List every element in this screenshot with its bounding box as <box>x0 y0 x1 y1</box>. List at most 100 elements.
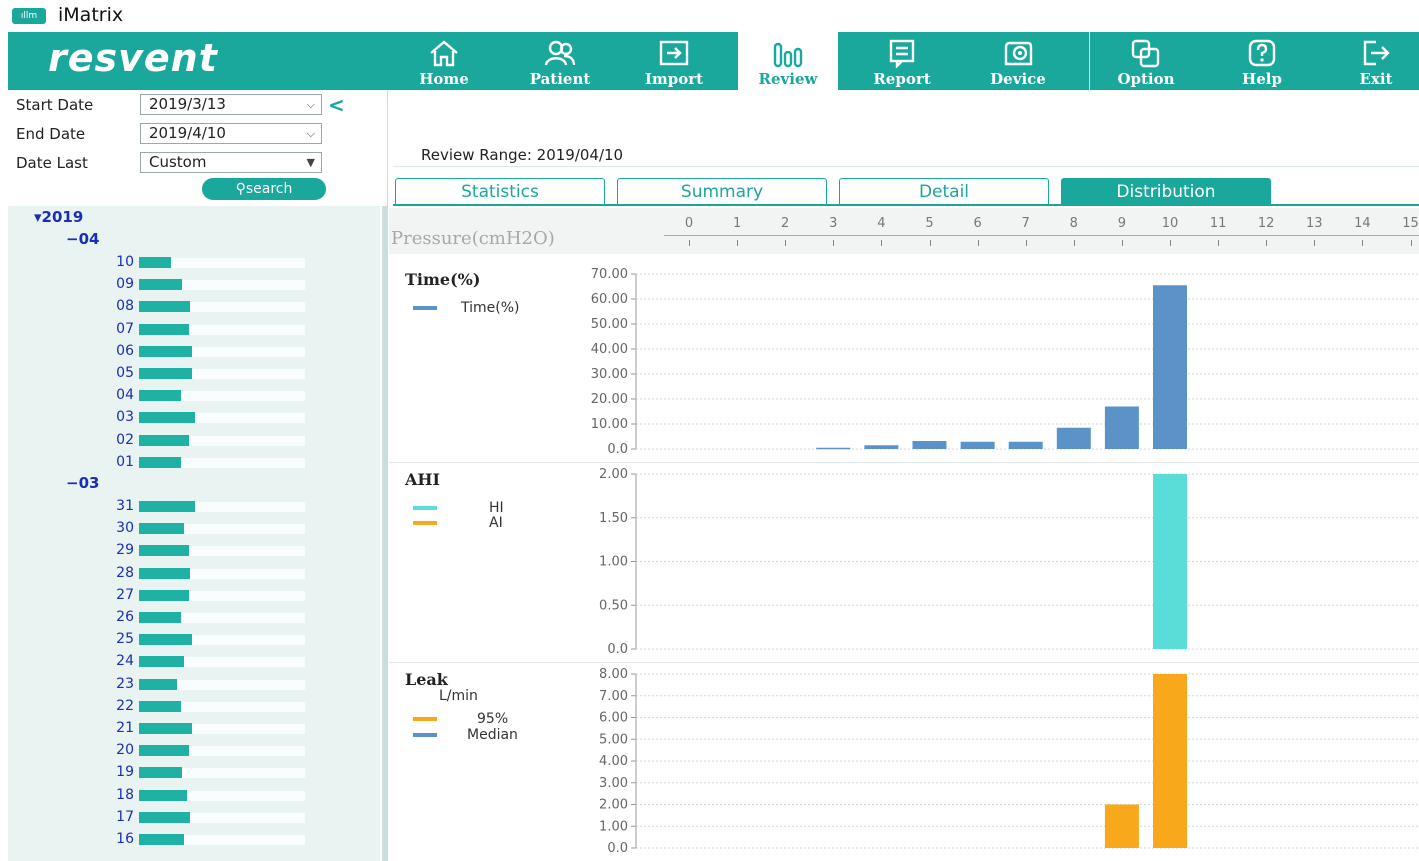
toolbar-import-button[interactable]: Import <box>624 32 724 90</box>
toolbar-exit-button[interactable]: Exit <box>1326 32 1419 90</box>
usage-bar <box>139 545 189 557</box>
toolbar-home-button[interactable]: Home <box>394 32 494 90</box>
tree-day-item[interactable]: 08 <box>8 296 380 318</box>
tree-year-label: 2019 <box>41 208 84 226</box>
tree-day-item[interactable]: 17 <box>8 807 380 829</box>
usage-bar <box>139 412 195 424</box>
pressure-tick-label: 1 <box>732 216 742 231</box>
y-tick-label: 70.00 <box>591 267 628 282</box>
date-last-select[interactable]: Custom ▼ <box>140 152 322 173</box>
toolbar-patient-button[interactable]: Patient <box>510 32 610 90</box>
tree-day-item[interactable]: 27 <box>8 585 380 607</box>
usage-bar <box>139 745 189 757</box>
tree-day-item[interactable]: 28 <box>8 563 380 585</box>
pressure-tick-label: 2 <box>781 216 790 231</box>
tree-day-label: 18 <box>116 786 134 803</box>
ahi-distribution-chart: 0.0 0.50 1.00 1.50 2.00 <box>599 467 1419 657</box>
toolbar-button-label: Review <box>758 70 818 88</box>
usage-bar <box>139 811 190 823</box>
tree-day-label: 27 <box>116 586 134 603</box>
tree-scrollbar[interactable] <box>382 206 387 861</box>
y-tick-label: 1.00 <box>599 555 628 570</box>
tree-day-label: 17 <box>116 808 134 825</box>
tree-day-label: 23 <box>116 675 134 692</box>
pressure-tick-mark <box>833 240 835 246</box>
usage-bar <box>139 390 181 402</box>
tree-day-item[interactable]: 30 <box>8 518 380 540</box>
usage-bar <box>139 257 171 268</box>
y-tick-label: 8.00 <box>599 667 628 682</box>
date-last-value: Custom <box>149 153 207 171</box>
tree-day-item[interactable]: 09 <box>8 274 380 296</box>
tree-day-item[interactable]: 21 <box>8 718 380 740</box>
y-tick-label: 0.0 <box>607 642 628 657</box>
toolbar-help-button[interactable]: Help <box>1212 32 1312 90</box>
tree-day-item[interactable]: 22 <box>8 696 380 718</box>
toolbar-button-label: Exit <box>1359 70 1393 88</box>
pressure-tick-mark <box>1266 240 1268 246</box>
tree-month-node[interactable]: −03 <box>66 474 99 492</box>
pressure-tick-label: 6 <box>973 216 982 231</box>
tab-summary[interactable]: Summary <box>617 178 827 206</box>
tree-day-item[interactable]: 10 <box>8 252 380 274</box>
tree-day-label: 10 <box>116 254 134 270</box>
pressure-axis-label: Pressure(cmH2O) <box>391 228 555 249</box>
usage-bar <box>139 634 192 646</box>
tab-statistics[interactable]: Statistics <box>395 178 605 206</box>
pressure-tick-label: 15 <box>1402 216 1419 231</box>
tree-day-item[interactable]: 26 <box>8 607 380 629</box>
tree-day-item[interactable]: 29 <box>8 540 380 562</box>
tree-day-item[interactable]: 02 <box>8 430 380 452</box>
tree-day-item[interactable]: 24 <box>8 651 380 673</box>
y-tick-label: 20.00 <box>591 392 628 407</box>
y-tick-label: 2.00 <box>599 798 628 813</box>
tree-day-item[interactable]: 06 <box>8 341 380 363</box>
tab-detail[interactable]: Detail <box>839 178 1049 206</box>
tree-day-label: 08 <box>116 298 134 315</box>
tree-day-item[interactable]: 23 <box>8 674 380 696</box>
end-date-select[interactable]: 2019/4/10 ⌵ <box>140 123 322 144</box>
y-tick-label: 0.0 <box>607 442 628 457</box>
tree-month-node[interactable]: −04 <box>66 230 99 248</box>
tree-day-item[interactable]: 16 <box>8 829 380 851</box>
tree-year-node[interactable]: ▾2019 <box>34 208 83 226</box>
y-tick-label: 5.00 <box>599 732 628 747</box>
tab-distribution[interactable]: Distribution <box>1061 178 1271 206</box>
toolbar-review-button[interactable]: Review <box>738 32 838 90</box>
tree-day-item[interactable]: 05 <box>8 363 380 385</box>
tree-day-item[interactable]: 07 <box>8 319 380 341</box>
usage-bar <box>139 723 192 734</box>
usage-bar <box>139 368 192 379</box>
tree-day-item[interactable]: 18 <box>8 785 380 807</box>
y-tick-label: 0.0 <box>607 841 628 856</box>
pressure-tick-label: 4 <box>877 216 886 231</box>
tree-day-item[interactable]: 01 <box>8 452 380 474</box>
tree-day-label: 21 <box>116 720 134 736</box>
search-button-label: search <box>245 181 293 197</box>
tree-day-label: 24 <box>116 653 134 670</box>
start-date-select[interactable]: 2019/3/13 ⌵ <box>140 94 322 115</box>
bar-time-p7 <box>1008 441 1043 449</box>
tree-day-item[interactable]: 04 <box>8 385 380 407</box>
tree-day-item[interactable]: 03 <box>8 407 380 429</box>
y-tick-label: 6.00 <box>599 711 628 726</box>
usage-bar <box>139 834 184 845</box>
toolbar-report-button[interactable]: Report <box>852 32 952 90</box>
collapse-panel-icon[interactable]: < <box>328 93 345 117</box>
y-tick-label: 0.50 <box>599 598 628 613</box>
usage-bar <box>139 678 177 690</box>
tree-day-label: 02 <box>116 431 134 448</box>
pressure-tick-mark <box>881 240 883 246</box>
pressure-tick-label: 5 <box>925 216 934 231</box>
brand-logo: resvent <box>48 36 218 80</box>
bar-95-p9 <box>1104 804 1139 848</box>
tree-day-item[interactable]: 19 <box>8 762 380 784</box>
search-button[interactable]: ⚲search <box>202 178 326 200</box>
tree-day-item[interactable]: 31 <box>8 496 380 518</box>
toolbar-option-button[interactable]: Option <box>1096 32 1196 90</box>
tree-day-item[interactable]: 25 <box>8 629 380 651</box>
tree-day-item[interactable]: 20 <box>8 740 380 762</box>
pressure-tick-mark <box>1073 240 1075 246</box>
usage-bar <box>139 345 192 357</box>
toolbar-device-button[interactable]: Device <box>968 32 1068 90</box>
